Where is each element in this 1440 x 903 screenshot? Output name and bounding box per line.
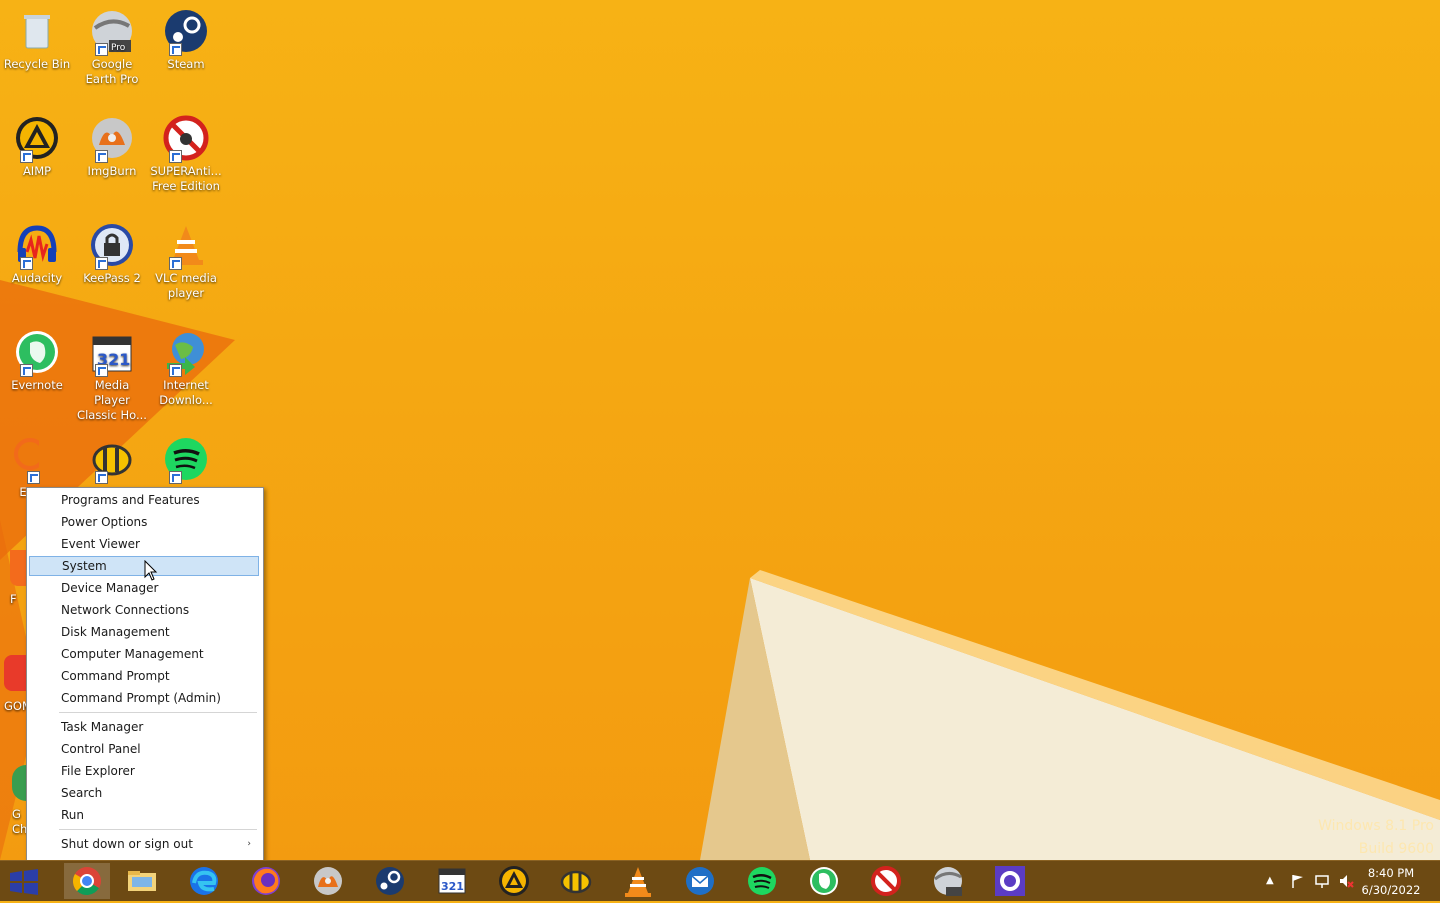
- taskbar-firefox[interactable]: [248, 863, 284, 899]
- firefox-icon: [252, 867, 280, 895]
- taskbar-evernote[interactable]: [806, 863, 842, 899]
- desktop-icon-vlc[interactable]: VLC media player: [150, 222, 222, 301]
- taskbar-aimp[interactable]: [496, 863, 532, 899]
- svg-text:321: 321: [441, 880, 464, 893]
- desktop-icon-idm[interactable]: Internet Downlo...: [150, 329, 222, 408]
- settings-icon: [995, 866, 1025, 896]
- clock-date: 6/30/2022: [1361, 883, 1421, 897]
- idm-icon: [163, 329, 209, 377]
- mpc-icon: 321: [89, 329, 135, 377]
- menu-item-network-connections[interactable]: Network Connections: [29, 600, 259, 620]
- google-earth-icon: [934, 867, 962, 896]
- menu-item-task-manager[interactable]: Task Manager: [29, 717, 259, 737]
- vlc-icon: [163, 222, 209, 270]
- vlc-icon: [625, 867, 651, 897]
- desktop-icon-spotify[interactable]: [150, 436, 222, 485]
- menu-item-search[interactable]: Search: [29, 783, 259, 803]
- thunderbird-icon: [686, 867, 714, 895]
- orange-ring-icon: [0, 436, 46, 484]
- imgburn-icon: [314, 867, 342, 895]
- taskbar-edge[interactable]: [186, 863, 222, 899]
- menu-item-control-panel[interactable]: Control Panel: [29, 739, 259, 759]
- desktop-icon-superantispyware[interactable]: SUPERAnti... Free Edition: [150, 115, 222, 194]
- menu-item-run[interactable]: Run: [29, 805, 259, 825]
- windows-edition-watermark: Windows 8.1 Pro: [1318, 818, 1434, 834]
- aimp-icon: [14, 115, 60, 163]
- audacity-icon: [14, 222, 60, 270]
- menu-item-computer-management[interactable]: Computer Management: [29, 644, 259, 664]
- start-button-windows-icon[interactable]: [8, 869, 40, 895]
- file-explorer-icon: [128, 871, 156, 891]
- chrome-icon: [12, 765, 26, 801]
- taskbar-vlc[interactable]: [620, 863, 656, 899]
- gom-icon: [4, 655, 26, 691]
- spotify-icon: [748, 867, 776, 895]
- submenu-arrow-icon: ›: [247, 839, 251, 849]
- taskbar-google-earth[interactable]: [930, 863, 966, 899]
- firefox-icon: [10, 550, 26, 586]
- taskbar-chrome[interactable]: [64, 863, 110, 899]
- menu-item-command-prompt-admin[interactable]: Command Prompt (Admin): [29, 688, 259, 708]
- edge-icon: [190, 867, 218, 895]
- desktop-icon-recycle-bin[interactable]: Recycle Bin: [1, 8, 73, 72]
- menu-item-file-explorer[interactable]: File Explorer: [29, 761, 259, 781]
- network-icon[interactable]: [1314, 873, 1330, 889]
- desktop-icon-partial-3[interactable]: GOM: [4, 655, 32, 715]
- desktop-icon-steam[interactable]: Steam: [150, 8, 222, 72]
- menu-item-disk-management[interactable]: Disk Management: [29, 622, 259, 642]
- aimp-icon: [499, 866, 529, 896]
- desktop-icon-evernote[interactable]: Evernote: [1, 329, 73, 393]
- taskbar-bee[interactable]: [558, 863, 594, 899]
- svg-text:Pro: Pro: [111, 43, 126, 53]
- power-user-menu: Programs and Features Power Options Even…: [26, 487, 264, 880]
- desktop-icon-google-earth[interactable]: Pro Google Earth Pro: [76, 8, 148, 87]
- desktop-icon-mpc[interactable]: 321 Media Player Classic Ho...: [76, 329, 148, 423]
- menu-separator: [59, 829, 257, 830]
- menu-item-command-prompt[interactable]: Command Prompt: [29, 666, 259, 686]
- chrome-icon: [73, 867, 101, 896]
- taskbar-imgburn[interactable]: [310, 863, 346, 899]
- taskbar-spotify[interactable]: [744, 863, 780, 899]
- clock-time: 8:40 PM: [1367, 866, 1415, 880]
- desktop-icon-bee[interactable]: [76, 436, 148, 485]
- bee-icon: [89, 436, 135, 484]
- mouse-cursor-icon: [144, 560, 158, 581]
- superantispyware-icon: [163, 115, 209, 163]
- recycle-bin-icon: [14, 8, 60, 54]
- spotify-icon: [163, 436, 209, 484]
- imgburn-icon: [89, 115, 135, 163]
- taskbar-thunderbird[interactable]: [682, 863, 718, 899]
- menu-item-shut-down-or-sign-out[interactable]: Shut down or sign out ›: [29, 834, 259, 854]
- taskbar-file-explorer[interactable]: [124, 863, 160, 899]
- mpc-icon: 321: [438, 868, 466, 894]
- menu-separator: [59, 712, 257, 713]
- desktop-icon-audacity[interactable]: Audacity: [1, 222, 73, 286]
- desktop-icon-keepass[interactable]: KeePass 2: [76, 222, 148, 286]
- show-hidden-icons-icon[interactable]: ▲: [1266, 875, 1274, 886]
- volume-muted-icon[interactable]: [1338, 873, 1354, 889]
- taskbar: 321 ▲ 8:40 PM 6/30/2022: [0, 860, 1440, 901]
- taskbar-clock[interactable]: 8:40 PM 6/30/2022: [1356, 865, 1426, 899]
- action-center-flag-icon[interactable]: [1290, 873, 1306, 889]
- taskbar-mpc[interactable]: 321: [434, 863, 470, 899]
- bee-icon: [560, 870, 592, 894]
- evernote-icon: [14, 329, 60, 377]
- desktop-icon-partial-2[interactable]: F: [10, 550, 26, 610]
- taskbar-settings[interactable]: [992, 863, 1028, 899]
- menu-item-event-viewer[interactable]: Event Viewer: [29, 534, 259, 554]
- superantispyware-icon: [871, 866, 901, 896]
- google-earth-icon: Pro: [89, 8, 135, 56]
- desktop-icon-imgburn[interactable]: ImgBurn: [76, 115, 148, 179]
- build-number-watermark: Build 9600: [1358, 841, 1434, 857]
- desktop-icon-aimp[interactable]: AIMP: [1, 115, 73, 179]
- menu-item-power-options[interactable]: Power Options: [29, 512, 259, 532]
- taskbar-superantispyware[interactable]: [868, 863, 904, 899]
- steam-icon: [163, 8, 209, 56]
- system-tray: ▲: [1262, 861, 1362, 901]
- menu-item-programs-and-features[interactable]: Programs and Features: [29, 490, 259, 510]
- keepass-icon: [89, 222, 135, 270]
- steam-icon: [376, 867, 404, 895]
- evernote-icon: [810, 867, 838, 895]
- taskbar-steam[interactable]: [372, 863, 408, 899]
